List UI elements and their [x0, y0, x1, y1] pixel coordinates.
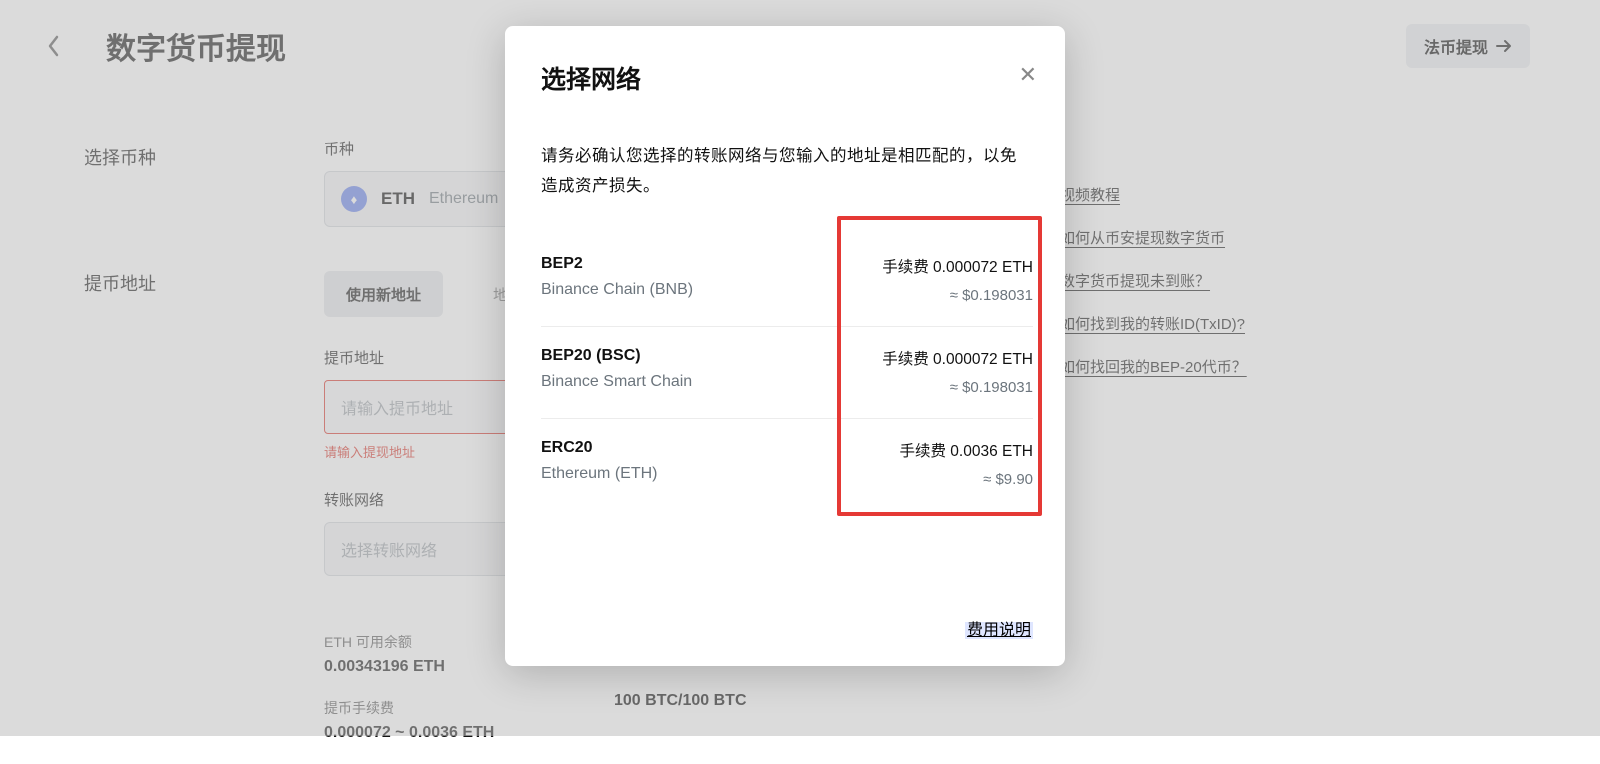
network-option-bep20[interactable]: BEP20 (BSC) Binance Smart Chain 手续费 0.00…: [541, 327, 1033, 419]
modal-footer: 费用说明: [965, 616, 1033, 640]
network-fee: 手续费 0.0036 ETH: [899, 439, 1033, 461]
modal-description: 请务必确认您选择的转账网络与您输入的地址是相匹配的，以免造成资产损失。: [541, 142, 1033, 201]
network-code: BEP2: [541, 255, 693, 273]
network-name: Ethereum (ETH): [541, 465, 657, 483]
network-fee-usd: ≈ $9.90: [899, 471, 1033, 488]
network-option-bep2[interactable]: BEP2 Binance Chain (BNB) 手续费 0.000072 ET…: [541, 235, 1033, 327]
network-name: Binance Smart Chain: [541, 373, 692, 391]
network-list: BEP2 Binance Chain (BNB) 手续费 0.000072 ET…: [541, 235, 1033, 510]
modal-title: 选择网络: [541, 60, 1033, 96]
network-fee-usd: ≈ $0.198031: [882, 379, 1033, 396]
network-code: ERC20: [541, 439, 657, 457]
fee-explain-link[interactable]: 费用说明: [965, 622, 1033, 639]
network-fee-usd: ≈ $0.198031: [882, 287, 1033, 304]
close-icon[interactable]: ✕: [1019, 62, 1037, 88]
network-name: Binance Chain (BNB): [541, 281, 693, 299]
network-fee: 手续费 0.000072 ETH: [882, 347, 1033, 369]
network-fee: 手续费 0.000072 ETH: [882, 255, 1033, 277]
network-code: BEP20 (BSC): [541, 347, 692, 365]
network-option-erc20[interactable]: ERC20 Ethereum (ETH) 手续费 0.0036 ETH ≈ $9…: [541, 419, 1033, 510]
select-network-modal: 选择网络 ✕ 请务必确认您选择的转账网络与您输入的地址是相匹配的，以免造成资产损…: [505, 26, 1065, 666]
